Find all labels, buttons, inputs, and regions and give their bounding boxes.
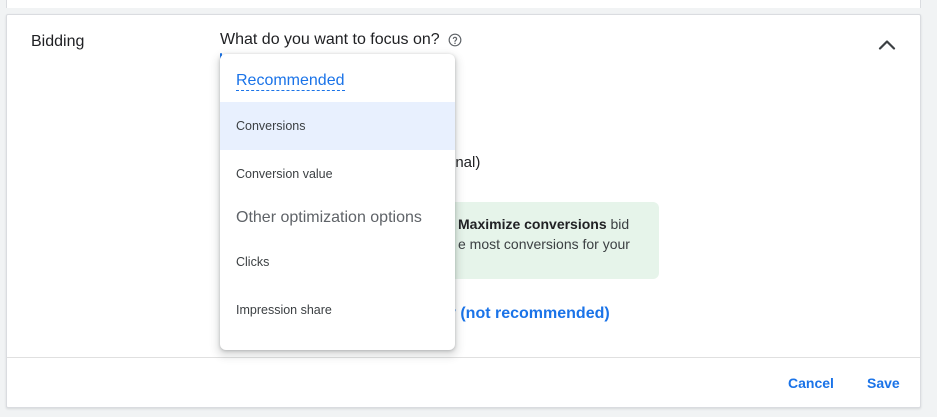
- focus-question: What do you want to focus on?: [220, 31, 462, 49]
- cancel-button[interactable]: Cancel: [788, 375, 834, 391]
- info-box: Maximize conversions bid e most conversi…: [427, 202, 659, 279]
- previous-card-edge: [6, 0, 921, 8]
- option-conversions[interactable]: Conversions: [220, 102, 455, 150]
- help-circle-icon[interactable]: [448, 33, 462, 47]
- option-impression-share[interactable]: Impression share: [220, 286, 455, 334]
- group-title-other: Other optimization options: [236, 209, 422, 226]
- footer-divider: [7, 357, 920, 358]
- info-line-2: e most conversions for your: [458, 236, 630, 252]
- option-conversion-value[interactable]: Conversion value: [220, 150, 455, 198]
- not-recommended-link[interactable]: y (not recommended): [447, 305, 610, 323]
- focus-question-text: What do you want to focus on?: [220, 31, 440, 48]
- group-title-recommended: Recommended: [236, 72, 345, 91]
- info-bold-text: Maximize conversions: [458, 216, 607, 232]
- info-suffix-text: bid: [606, 216, 630, 232]
- section-label: Bidding: [31, 33, 85, 50]
- save-button[interactable]: Save: [867, 375, 900, 391]
- bidding-card: Bidding What do you want to focus on? on…: [6, 14, 921, 408]
- focus-dropdown-menu: Recommended Conversions Conversion value…: [220, 54, 455, 350]
- option-clicks[interactable]: Clicks: [220, 238, 455, 286]
- chevron-up-icon[interactable]: [875, 33, 899, 57]
- page: Bidding What do you want to focus on? on…: [0, 0, 937, 417]
